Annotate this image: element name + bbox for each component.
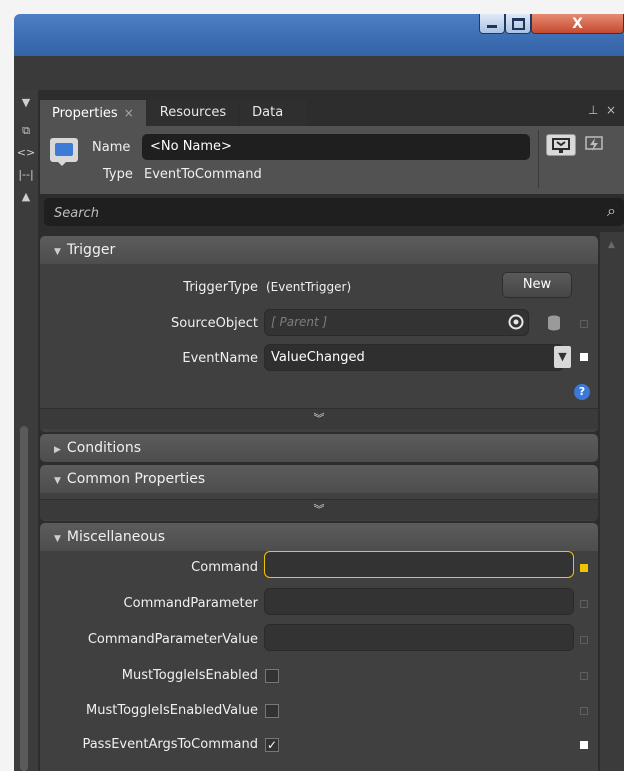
type-label: Type (103, 167, 133, 182)
category-conditions: ▶ Conditions (40, 434, 598, 462)
category-conditions-header[interactable]: ▶ Conditions (40, 434, 598, 462)
assets-icon[interactable]: ⧉ (14, 124, 38, 138)
command-parameter-label: CommandParameter (123, 596, 258, 611)
properties-view-button[interactable] (546, 134, 576, 156)
panel-close-icon[interactable]: × (606, 103, 616, 117)
collapsed-triangle-icon: ▶ (54, 445, 61, 455)
left-dock-gutter: ▼ ⧉ <> |--| ▲ (14, 90, 38, 771)
ruler-icon[interactable]: |--| (14, 168, 38, 181)
command-parameter-value-field[interactable] (264, 624, 574, 651)
expand-up-icon[interactable]: ▲ (14, 190, 38, 203)
close-icon: X (572, 15, 583, 32)
category-misc-title: Miscellaneous (66, 529, 166, 545)
events-lightning-icon (585, 136, 603, 151)
help-icon[interactable]: ? (574, 384, 590, 400)
double-chevron-down-icon: ︾ (313, 503, 325, 516)
category-common-header[interactable]: ▼ Common Properties (40, 465, 598, 493)
event-name-value: ValueChanged (271, 350, 365, 365)
common-expand-advanced[interactable]: ︾ (40, 499, 598, 520)
advanced-options-marker[interactable] (580, 600, 588, 608)
tab-close-icon[interactable]: × (124, 106, 134, 120)
maximize-button[interactable] (505, 14, 531, 34)
category-misc-header[interactable]: ▼ Miscellaneous (40, 523, 598, 551)
category-conditions-title: Conditions (66, 440, 142, 456)
expanded-triangle-icon: ▼ (54, 247, 61, 257)
pass-event-args-label: PassEventArgsToCommand (82, 737, 258, 752)
chevron-down-icon[interactable]: ▼ (554, 346, 571, 368)
command-parameter-field[interactable] (264, 588, 574, 615)
database-icon[interactable] (547, 315, 561, 331)
trigger-type-value: (EventTrigger) (266, 280, 352, 294)
collapse-up-icon[interactable]: ▼ (14, 96, 38, 109)
close-window-button[interactable]: X (531, 14, 624, 34)
advanced-options-marker[interactable] (580, 741, 588, 749)
category-miscellaneous: ▼ Miscellaneous Command CommandParameter … (40, 523, 598, 771)
gutter-scrollbar[interactable] (20, 426, 28, 771)
minimize-button[interactable] (479, 14, 505, 34)
advanced-options-marker[interactable] (580, 320, 588, 328)
trigger-type-label: TriggerType (183, 280, 258, 295)
minimize-icon (487, 24, 497, 28)
properties-view-icon (552, 138, 570, 153)
command-field[interactable] (264, 551, 574, 578)
checkmark-icon: ✓ (266, 738, 278, 752)
tab-resources[interactable]: Resources (147, 100, 239, 126)
code-brackets-icon[interactable]: <> (14, 146, 38, 159)
name-input[interactable]: <No Name> (142, 134, 530, 160)
category-trigger: ▼ Trigger TriggerType (EventTrigger) New … (40, 236, 598, 432)
command-label: Command (191, 560, 258, 575)
category-trigger-title: Trigger (66, 242, 116, 258)
expanded-triangle-icon: ▼ (54, 534, 61, 544)
name-label: Name (92, 140, 131, 155)
advanced-options-marker[interactable] (580, 707, 588, 715)
behavior-object-icon (50, 138, 78, 166)
tab-properties-label: Properties (52, 106, 118, 121)
must-toggle-label: MustToggleIsEnabled (121, 668, 258, 683)
window-title-bar: X (14, 14, 624, 56)
object-header: Name <No Name> Type EventToCommand (40, 126, 624, 194)
header-divider (538, 130, 539, 188)
advanced-options-marker[interactable] (580, 636, 588, 644)
scroll-up-icon[interactable]: ▲ (608, 240, 615, 250)
must-toggle-checkbox[interactable] (265, 669, 279, 683)
trigger-expand-advanced[interactable]: ︾ (40, 408, 598, 429)
must-toggle-value-label: MustToggleIsEnabledValue (86, 703, 258, 718)
double-chevron-down-icon: ︾ (313, 412, 325, 425)
category-common-properties: ▼ Common Properties ︾ (40, 465, 598, 521)
pass-event-args-checkbox[interactable]: ✓ (265, 738, 279, 752)
event-name-dropdown[interactable]: ValueChanged (264, 344, 564, 371)
properties-scrollbar[interactable]: ▲ (600, 232, 624, 771)
search-input[interactable] (52, 202, 576, 224)
advanced-options-marker[interactable] (580, 672, 588, 680)
event-name-label: EventName (182, 351, 258, 366)
new-trigger-button[interactable]: New (502, 272, 572, 298)
toolbar-strip (14, 56, 624, 90)
tab-resources-label: Resources (159, 105, 227, 120)
tab-data[interactable]: Data (240, 100, 308, 126)
search-icon[interactable]: ⌕ (607, 201, 616, 221)
source-object-label: SourceObject (171, 316, 258, 331)
search-box: ⌕ (44, 198, 624, 226)
panel-tabs: Properties × Resources Data (40, 100, 309, 126)
pin-icon[interactable]: ⊥ (588, 103, 598, 117)
advanced-options-marker[interactable] (580, 353, 588, 361)
command-parameter-value-label: CommandParameterValue (87, 632, 258, 647)
source-object-field[interactable]: [ Parent ] (264, 309, 529, 336)
target-picker-icon[interactable] (508, 314, 524, 330)
expanded-triangle-icon: ▼ (54, 476, 61, 486)
category-trigger-header[interactable]: ▼ Trigger (40, 236, 598, 264)
tab-data-label: Data (252, 105, 284, 120)
must-toggle-value-checkbox[interactable] (265, 704, 279, 718)
maximize-icon (511, 17, 525, 30)
tab-properties[interactable]: Properties × (40, 100, 146, 126)
events-view-button[interactable] (580, 134, 610, 156)
type-value: EventToCommand (144, 167, 262, 182)
category-common-title: Common Properties (66, 471, 206, 487)
advanced-options-marker[interactable] (580, 564, 588, 572)
